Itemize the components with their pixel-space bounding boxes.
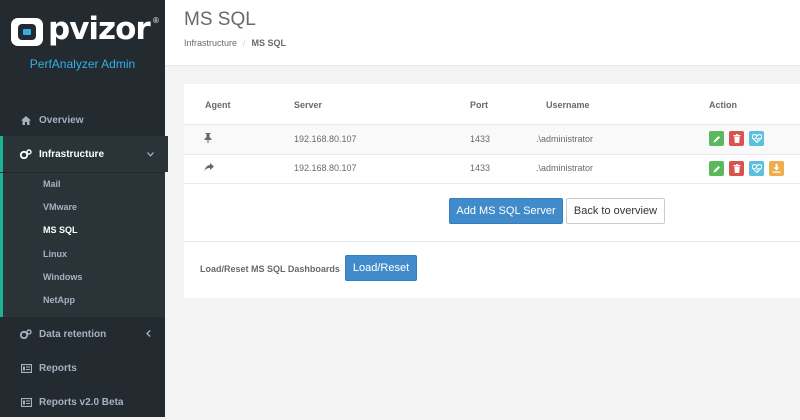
health-check-button[interactable] bbox=[749, 131, 764, 146]
edit-button[interactable] bbox=[709, 131, 724, 146]
page-title: MS SQL bbox=[184, 9, 256, 30]
download-button[interactable] bbox=[769, 161, 784, 176]
sidebar-item-label: Data retention bbox=[39, 328, 107, 340]
breadcrumb-item-infrastructure[interactable]: Infrastructure bbox=[184, 38, 237, 48]
load-reset-button[interactable]: Load/Reset bbox=[345, 255, 417, 281]
page-header: MS SQL Infrastructure / MS SQL bbox=[165, 0, 800, 66]
sidebar-item-reports[interactable]: Reports bbox=[0, 350, 165, 386]
breadcrumb-item-current: MS SQL bbox=[251, 38, 287, 48]
sidebar-item-label: Overview bbox=[39, 114, 84, 126]
sidebar-item-label: Reports bbox=[39, 362, 77, 374]
sidebar-item-infrastructure[interactable]: Infrastructure bbox=[0, 136, 168, 172]
home-icon bbox=[20, 115, 32, 125]
sidebar-item-label: Infrastructure bbox=[39, 148, 105, 160]
delete-button[interactable] bbox=[729, 131, 744, 146]
server-cell: 192.168.80.107 bbox=[294, 134, 357, 144]
logo-mark-icon bbox=[11, 18, 43, 46]
sidebar-item-label: Reports v2.0 Beta bbox=[39, 396, 124, 408]
app-subtitle: PerfAnalyzer Admin bbox=[29, 57, 136, 71]
chevron-left-icon bbox=[146, 329, 151, 339]
chevron-down-icon bbox=[147, 149, 154, 159]
download-icon bbox=[772, 164, 781, 173]
pencil-icon bbox=[713, 135, 720, 142]
opvizor-logo[interactable]: pvizor ® bbox=[6, 10, 161, 54]
port-cell: 1433 bbox=[470, 134, 491, 144]
pin-icon bbox=[204, 133, 212, 145]
column-header-username: Username bbox=[546, 100, 590, 110]
sidebar-item-data-retention[interactable]: Data retention bbox=[0, 316, 165, 352]
sidebar: pvizor ® PerfAnalyzer Admin Overview Inf… bbox=[0, 0, 168, 420]
table-row-divider bbox=[184, 154, 800, 155]
submenu-item-linux[interactable]: Linux bbox=[43, 249, 67, 259]
back-to-overview-button[interactable]: Back to overview bbox=[566, 198, 665, 224]
sidebar-item-overview[interactable]: Overview bbox=[0, 102, 165, 138]
heartbeat-icon bbox=[751, 134, 762, 143]
server-cell: 192.168.80.107 bbox=[294, 163, 357, 173]
report-icon bbox=[20, 397, 32, 407]
table-row-stripe bbox=[184, 125, 800, 154]
dashboards-label: Load/Reset MS SQL Dashboards bbox=[200, 264, 340, 274]
trash-icon bbox=[733, 164, 740, 173]
heartbeat-icon bbox=[751, 164, 762, 173]
registered-mark: ® bbox=[153, 16, 159, 25]
submenu-item-mail[interactable]: Mail bbox=[43, 179, 61, 189]
column-header-action: Action bbox=[709, 100, 737, 110]
column-header-port: Port bbox=[470, 100, 488, 110]
infrastructure-submenu: Mail VMware MS SQL Linux Windows NetApp bbox=[0, 173, 165, 317]
table-row-divider bbox=[184, 183, 800, 184]
breadcrumb-separator: / bbox=[243, 38, 246, 48]
pencil-icon bbox=[713, 165, 720, 172]
edit-button[interactable] bbox=[709, 161, 724, 176]
section-divider bbox=[184, 241, 800, 242]
column-header-server: Server bbox=[294, 100, 323, 110]
submenu-item-windows[interactable]: Windows bbox=[43, 272, 82, 282]
breadcrumb: Infrastructure / MS SQL bbox=[184, 38, 286, 48]
port-cell: 1433 bbox=[470, 163, 491, 173]
username-cell: .\administrator bbox=[536, 134, 594, 144]
submenu-item-netapp[interactable]: NetApp bbox=[43, 295, 75, 305]
cogs-icon bbox=[20, 149, 32, 159]
share-arrow-icon bbox=[204, 163, 214, 174]
trash-icon bbox=[733, 134, 740, 143]
username-cell: .\administrator bbox=[536, 163, 594, 173]
column-header-agent: Agent bbox=[205, 100, 231, 110]
submenu-item-mssql[interactable]: MS SQL bbox=[43, 225, 78, 235]
report-icon bbox=[20, 363, 32, 373]
add-mssql-server-button[interactable]: Add MS SQL Server bbox=[449, 198, 563, 224]
delete-button[interactable] bbox=[729, 161, 744, 176]
cogs-icon bbox=[20, 329, 32, 339]
sidebar-item-reports-v2-beta[interactable]: Reports v2.0 Beta bbox=[0, 384, 165, 420]
health-check-button[interactable] bbox=[749, 161, 764, 176]
logo-text: pvizor bbox=[48, 11, 151, 47]
submenu-item-vmware[interactable]: VMware bbox=[43, 202, 77, 212]
